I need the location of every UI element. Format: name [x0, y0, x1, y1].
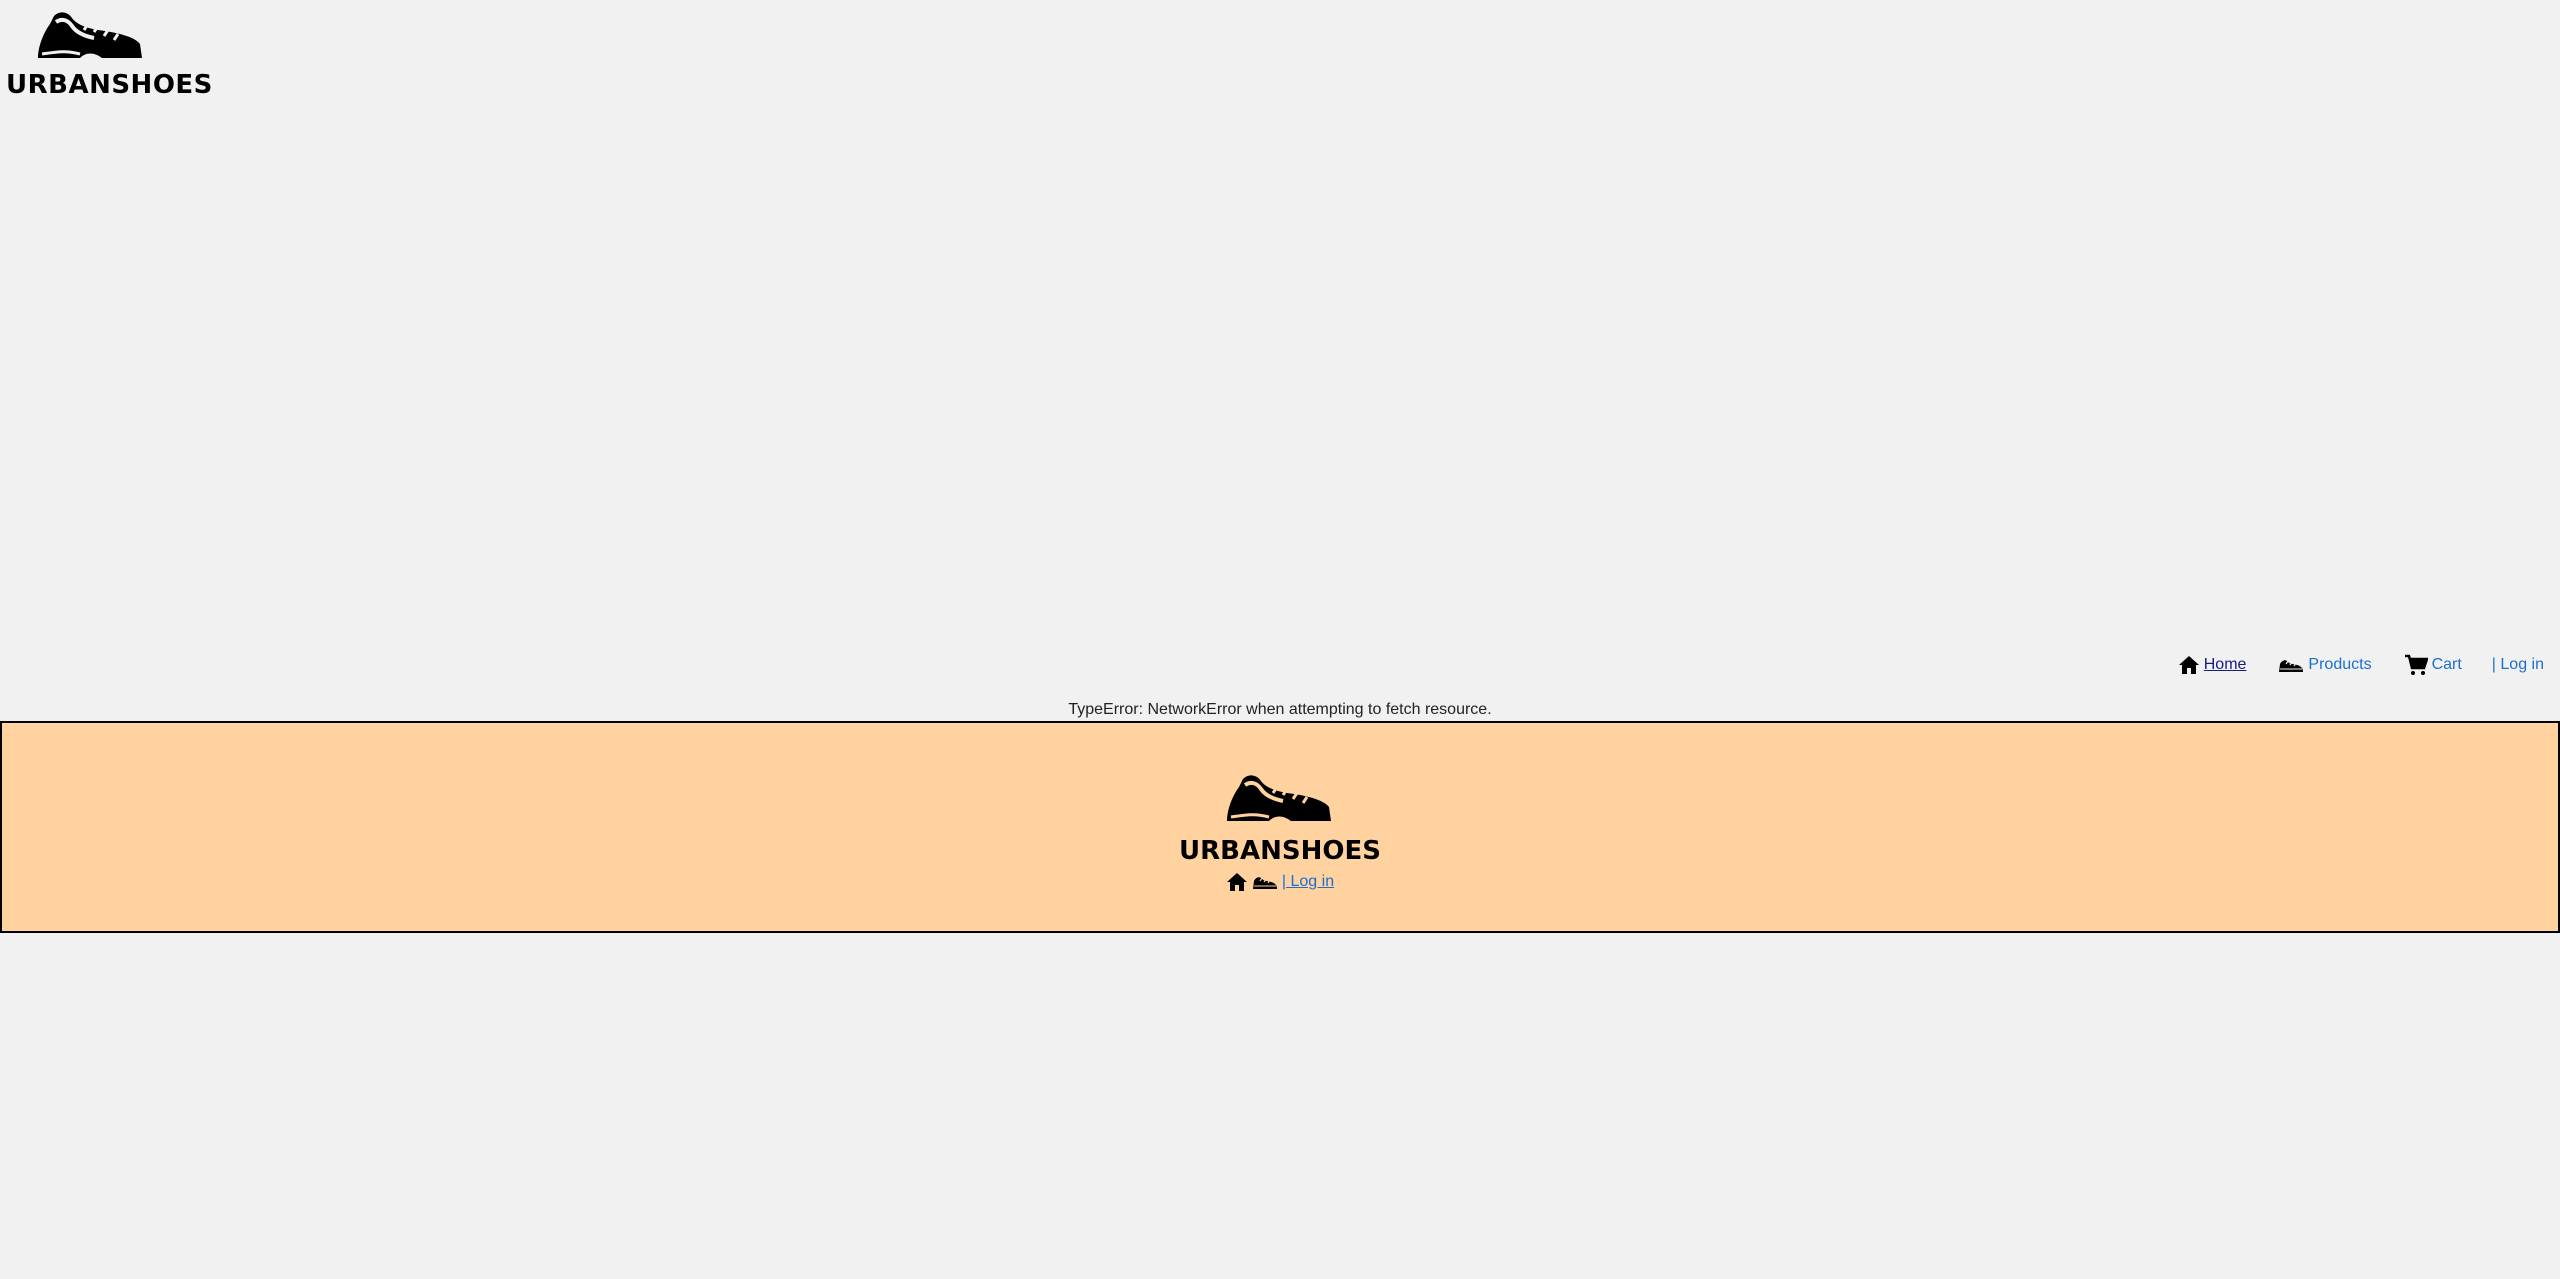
nav-cart-link[interactable]: Cart: [2404, 654, 2462, 676]
sneaker-icon: [2278, 656, 2304, 674]
nav-products-link[interactable]: Products: [2278, 656, 2372, 674]
nav-login-link[interactable]: | Log in: [2492, 656, 2544, 674]
footer-links: | Log in: [2, 872, 2558, 892]
nav-cart-label: Cart: [2431, 656, 2462, 673]
nav-home-link[interactable]: Home: [2178, 655, 2247, 675]
footer-brand-name: URBANSHOES: [1179, 836, 1381, 866]
header-logo[interactable]: URBANSHOES: [6, 6, 213, 100]
page: URBANSHOES Home Products Cart | Log in T…: [0, 0, 2560, 1279]
footer-content: URBANSHOES | Log in: [2, 769, 2558, 892]
shoe-icon: [1227, 775, 1331, 821]
nav-products-label: Products: [2308, 656, 2372, 673]
nav-home-label: Home: [2203, 656, 2247, 673]
footer: URBANSHOES | Log in: [0, 721, 2560, 933]
shoe-icon: [38, 12, 142, 58]
home-icon[interactable]: [1226, 872, 1248, 892]
home-icon: [2178, 655, 2200, 675]
footer-login-link[interactable]: | Log in: [1282, 873, 1334, 891]
cart-icon: [2404, 654, 2428, 676]
brand-name: URBANSHOES: [6, 70, 213, 100]
sneaker-icon[interactable]: [1252, 873, 1278, 891]
top-nav: Home Products Cart | Log in: [2146, 654, 2544, 676]
error-message: TypeError: NetworkError when attempting …: [1068, 701, 1492, 718]
